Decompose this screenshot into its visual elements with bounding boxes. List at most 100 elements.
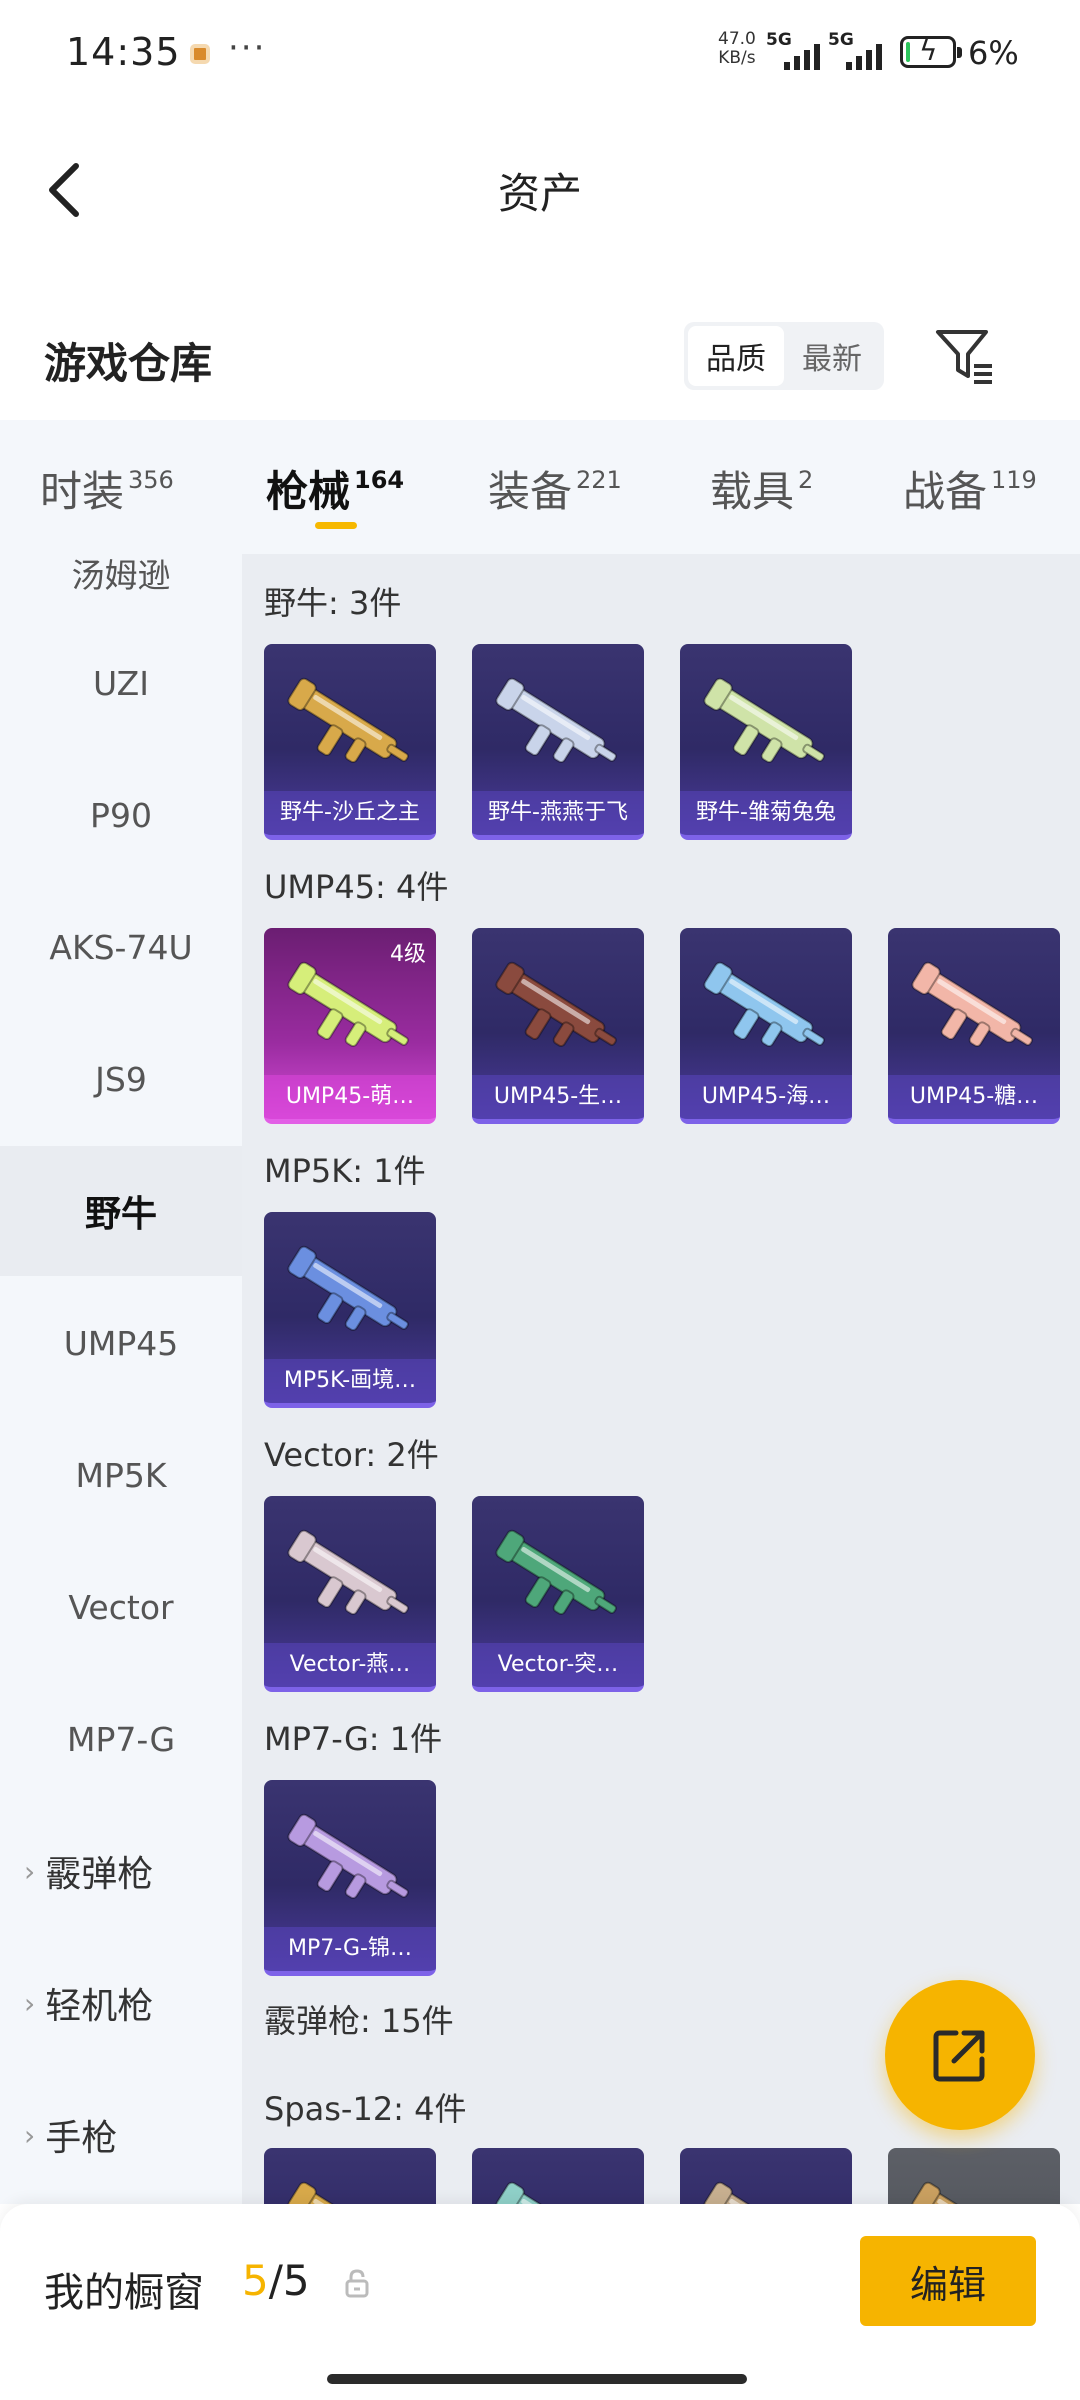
weapon-card-name: 野牛-雏菊兔兔 bbox=[680, 791, 852, 835]
weapon-skin-image bbox=[495, 2181, 606, 2204]
sidebar-group-shotgun[interactable]: › 霰弹枪 bbox=[0, 1806, 242, 1936]
showcase-count: 5/5 bbox=[242, 2256, 310, 2305]
weapon-card-name: UMP45-海… bbox=[680, 1075, 852, 1119]
status-bar: 14:35 ··· 47.0 KB/s 5G 5G ϟ 6% bbox=[0, 0, 1080, 108]
weapon-grid: 野牛: 3件 野牛-沙丘之主 野牛-燕燕于飞 野牛-雏菊兔兔 UMP45: 4件… bbox=[242, 554, 1080, 2204]
weapon-card[interactable] bbox=[888, 2148, 1060, 2204]
tab-label: 枪械 bbox=[266, 467, 351, 516]
tab-outfits[interactable]: 时装 356 bbox=[40, 458, 174, 519]
home-indicator[interactable] bbox=[327, 2374, 747, 2384]
status-time: 14:35 bbox=[66, 30, 181, 74]
tab-count: 221 bbox=[576, 466, 622, 494]
lock-icon bbox=[345, 2269, 369, 2298]
tab-label: 战备 bbox=[903, 467, 988, 516]
charging-bolt-icon: ϟ bbox=[919, 34, 938, 67]
share-external-icon bbox=[933, 2030, 985, 2082]
sidebar-item-aks74u[interactable]: AKS-74U bbox=[0, 882, 242, 1012]
sort-option-quality[interactable]: 品质 bbox=[688, 326, 784, 386]
weapon-skin-image bbox=[911, 2181, 1022, 2204]
sidebar-group-pistol[interactable]: › 手枪 bbox=[0, 2070, 242, 2200]
weapon-skin-image bbox=[287, 2181, 398, 2204]
weapon-card[interactable]: 野牛-沙丘之主 bbox=[264, 644, 436, 840]
sidebar-item-vector[interactable]: Vector bbox=[0, 1542, 242, 1672]
tab-label: 时装 bbox=[40, 467, 125, 516]
weapon-skin-image bbox=[287, 961, 409, 1048]
sidebar-item-js9[interactable]: JS9 bbox=[0, 1014, 242, 1144]
weapon-sidebar: 汤姆逊 UZI P90 AKS-74U JS9 野牛 UMP45 MP5K Ve… bbox=[0, 554, 242, 2204]
sidebar-group-lmg[interactable]: › 轻机枪 bbox=[0, 1938, 242, 2068]
tab-vehicles[interactable]: 载具 2 bbox=[710, 458, 813, 519]
filter-icon[interactable] bbox=[934, 326, 996, 386]
tab-count: 2 bbox=[798, 466, 814, 494]
weapon-skin-image bbox=[495, 677, 617, 764]
section-title-shotgun: 霰弹枪: 15件 bbox=[264, 2002, 454, 2040]
battery-fill bbox=[906, 42, 910, 62]
weapon-skin-image bbox=[287, 1245, 409, 1332]
sort-option-newest[interactable]: 最新 bbox=[784, 326, 880, 386]
section-title-vector: Vector: 2件 bbox=[264, 1436, 439, 1474]
signal-icon-sim2: 5G bbox=[828, 30, 882, 74]
tab-count: 164 bbox=[354, 466, 405, 494]
weapon-skin-image bbox=[495, 961, 617, 1048]
tab-label: 装备 bbox=[488, 467, 573, 516]
weapon-card-name: UMP45-生… bbox=[472, 1075, 644, 1119]
section-title-mp7g: MP7-G: 1件 bbox=[264, 1720, 443, 1758]
section-title-ump45: UMP45: 4件 bbox=[264, 868, 449, 906]
weapon-skin-image bbox=[703, 677, 825, 764]
weapon-card-name: UMP45-萌… bbox=[264, 1075, 436, 1119]
weapon-card[interactable]: UMP45-海… bbox=[680, 928, 852, 1124]
weapon-level-badge: 4级 bbox=[390, 942, 426, 967]
active-tab-indicator bbox=[315, 522, 357, 529]
weapon-card[interactable]: 野牛-燕燕于飞 bbox=[472, 644, 644, 840]
showcase-count-current: 5 bbox=[242, 2256, 269, 2305]
tab-count: 356 bbox=[128, 466, 174, 494]
sidebar-item-uzi[interactable]: UZI bbox=[0, 618, 242, 748]
weapon-card[interactable]: Vector-突… bbox=[472, 1496, 644, 1692]
sidebar-item-p90[interactable]: P90 bbox=[0, 750, 242, 880]
weapon-skin-image bbox=[287, 1529, 409, 1616]
signal-icon-sim1: 5G bbox=[766, 30, 820, 74]
edit-button[interactable]: 编辑 bbox=[860, 2236, 1036, 2326]
weapon-card[interactable] bbox=[472, 2148, 644, 2204]
showcase-bar: 我的橱窗 5/5 编辑 bbox=[0, 2204, 1080, 2400]
sidebar-group-label: 霰弹枪 bbox=[45, 1854, 154, 1895]
page-title: 资产 bbox=[497, 169, 582, 218]
sidebar-item-ump45[interactable]: UMP45 bbox=[0, 1278, 242, 1408]
chevron-right-icon: › bbox=[24, 1986, 36, 2020]
weapon-card-name: 野牛-燕燕于飞 bbox=[472, 791, 644, 835]
tab-count: 119 bbox=[991, 466, 1037, 494]
warehouse-header: 游戏仓库 品质 最新 bbox=[0, 300, 1080, 416]
weapon-skin-image bbox=[495, 1529, 617, 1616]
sidebar-group-label: 轻机枪 bbox=[45, 1986, 154, 2027]
app-notification-icon bbox=[190, 44, 210, 64]
weapon-card[interactable]: 野牛-雏菊兔兔 bbox=[680, 644, 852, 840]
sidebar-item-bizon[interactable]: 野牛 bbox=[0, 1146, 242, 1276]
weapon-card-name: 野牛-沙丘之主 bbox=[264, 791, 436, 835]
weapon-card[interactable]: UMP45-糖… bbox=[888, 928, 1060, 1124]
weapon-card[interactable]: 4级 UMP45-萌… bbox=[264, 928, 436, 1124]
weapon-card[interactable]: MP7-G-锦… bbox=[264, 1780, 436, 1976]
sidebar-item-mp5k[interactable]: MP5K bbox=[0, 1410, 242, 1540]
tab-supplies[interactable]: 战备 119 bbox=[903, 458, 1037, 519]
tab-label: 载具 bbox=[710, 467, 795, 516]
warehouse-title: 游戏仓库 bbox=[44, 339, 213, 388]
showcase-label: 我的橱窗 bbox=[44, 2270, 204, 2316]
weapon-skin-image bbox=[911, 961, 1033, 1048]
weapon-card[interactable]: MP5K-画境… bbox=[264, 1212, 436, 1408]
weapon-skin-image bbox=[287, 677, 409, 764]
tab-equipment[interactable]: 装备 221 bbox=[488, 458, 622, 519]
weapon-card[interactable]: UMP45-生… bbox=[472, 928, 644, 1124]
sidebar-item-mp7g[interactable]: MP7-G bbox=[0, 1674, 242, 1804]
weapon-card-name: Vector-突… bbox=[472, 1643, 644, 1687]
weapon-card-name: UMP45-糖… bbox=[888, 1075, 1060, 1119]
app-header: 资产 bbox=[0, 108, 1080, 268]
network-speed: 47.0 KB/s bbox=[718, 30, 756, 68]
weapon-card[interactable] bbox=[264, 2148, 436, 2204]
tab-firearms[interactable]: 枪械 164 bbox=[266, 458, 404, 519]
weapon-card[interactable]: Vector-燕… bbox=[264, 1496, 436, 1692]
weapon-card-name: Vector-燕… bbox=[264, 1643, 436, 1687]
network-speed-value: 47.0 bbox=[718, 29, 756, 49]
weapon-card[interactable] bbox=[680, 2148, 852, 2204]
share-button[interactable] bbox=[885, 1980, 1035, 2130]
section-title-mp5k: MP5K: 1件 bbox=[264, 1152, 426, 1190]
